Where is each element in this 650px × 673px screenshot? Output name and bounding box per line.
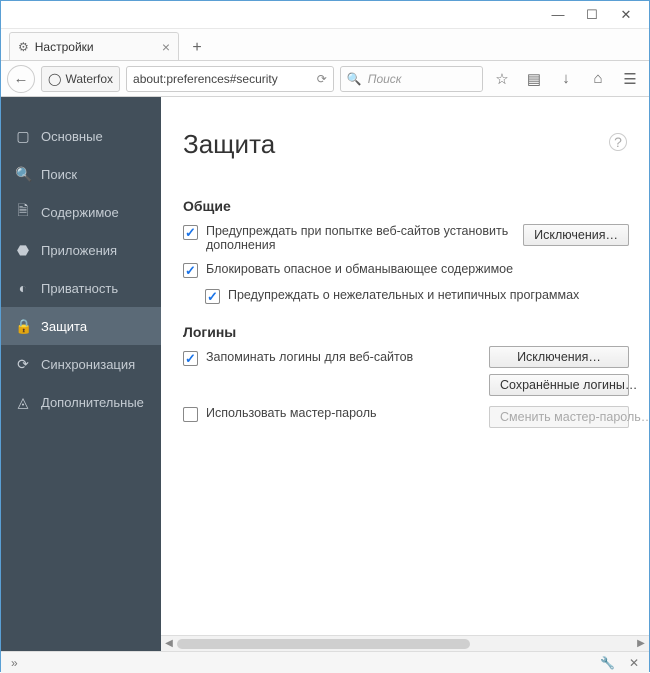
rocket-icon: ⬣	[15, 242, 31, 259]
sidebar-label: Поиск	[41, 167, 77, 182]
sidebar-item-applications[interactable]: ⬣ Приложения	[1, 231, 161, 269]
scrollbar-thumb[interactable]	[177, 639, 470, 649]
master-password-checkbox[interactable]	[183, 407, 198, 422]
window-maximize-button[interactable]: ☐	[575, 4, 609, 26]
block-dangerous-checkbox[interactable]	[183, 263, 198, 278]
hat-icon: ◬	[15, 394, 31, 411]
sidebar-label: Дополнительные	[41, 395, 144, 410]
remember-logins-checkbox[interactable]	[183, 351, 198, 366]
tab-title: Настройки	[35, 40, 156, 54]
general-exceptions-button[interactable]: Исключения…	[523, 224, 629, 246]
general-section-heading: Общие	[183, 198, 649, 214]
sidebar-label: Синхронизация	[41, 357, 135, 372]
preferences-sidebar: ▢ Основные 🔍 Поиск 🗎 Содержимое ⬣ Приложения…	[1, 97, 161, 651]
site-identity[interactable]: ◯ Waterfox	[41, 66, 120, 92]
master-password-label: Использовать мастер-пароль	[206, 406, 377, 420]
browser-name-label: Waterfox	[65, 72, 113, 86]
warn-unwanted-label: Предупреждать о нежелательных и нетипичн…	[228, 288, 579, 302]
tab-close-button[interactable]: ×	[162, 39, 170, 55]
logins-section-heading: Логины	[183, 324, 649, 340]
window-close-button[interactable]: ✕	[609, 4, 643, 26]
document-icon: 🗎	[15, 200, 31, 224]
sidebar-label: Защита	[41, 319, 87, 334]
search-icon: 🔍	[347, 72, 362, 86]
reload-button[interactable]: ⟳	[317, 72, 327, 86]
sidebar-item-sync[interactable]: ⟳ Синхронизация	[1, 345, 161, 383]
sidebar-label: Содержимое	[41, 205, 119, 220]
search-bar[interactable]: 🔍 Поиск	[340, 66, 483, 92]
gear-icon: ⚙	[18, 40, 29, 54]
page-title: Защита	[183, 129, 649, 160]
sidebar-item-privacy[interactable]: ◐ Приватность	[1, 269, 161, 307]
status-bar: » 🔧 ✕	[1, 651, 649, 673]
url-text: about:preferences#security	[133, 72, 311, 86]
logins-exceptions-button[interactable]: Исключения…	[489, 346, 629, 368]
menu-button[interactable]: ☰	[617, 66, 643, 92]
preferences-content: ? Защита Общие Предупреждать при попытке…	[161, 97, 649, 651]
magnifier-icon: 🔍	[15, 166, 31, 183]
navigation-toolbar: ← ◯ Waterfox about:preferences#security …	[1, 61, 649, 97]
url-bar[interactable]: about:preferences#security ⟳	[126, 66, 334, 92]
help-button[interactable]: ?	[609, 133, 627, 151]
remember-logins-label: Запоминать логины для веб-сайтов	[206, 350, 413, 364]
block-dangerous-label: Блокировать опасное и обманывающее содер…	[206, 262, 513, 276]
window-minimize-button[interactable]: —	[541, 4, 575, 26]
scroll-right-icon[interactable]: ▶	[633, 638, 649, 649]
block-dangerous-row: Блокировать опасное и обманывающее содер…	[183, 262, 649, 278]
sidebar-item-content[interactable]: 🗎 Содержимое	[1, 193, 161, 231]
horizontal-scrollbar[interactable]: ◀ ▶	[161, 635, 649, 651]
sidebar-item-security[interactable]: 🔒 Защита	[1, 307, 161, 345]
saved-logins-button[interactable]: Сохранённые логины…	[489, 374, 629, 396]
sidebar-item-general[interactable]: ▢ Основные	[1, 117, 161, 155]
new-tab-button[interactable]: +	[183, 36, 211, 60]
warn-unwanted-checkbox[interactable]	[205, 289, 220, 304]
search-placeholder: Поиск	[368, 72, 402, 86]
tab-bar: ⚙ Настройки × +	[1, 29, 649, 61]
back-button[interactable]: ←	[7, 65, 35, 93]
warn-addons-checkbox[interactable]	[183, 225, 198, 240]
home-button[interactable]: ⌂	[585, 66, 611, 92]
square-icon: ▢	[15, 128, 31, 145]
bookmark-star-button[interactable]: ☆	[489, 66, 515, 92]
status-close-icon[interactable]: ✕	[629, 656, 639, 670]
sidebar-label: Приложения	[41, 243, 117, 258]
warn-addons-row: Предупреждать при попытке веб-сайтов уст…	[183, 224, 649, 252]
mask-icon: ◐	[15, 280, 31, 296]
sidebar-label: Основные	[41, 129, 103, 144]
window-titlebar: — ☐ ✕	[1, 1, 649, 29]
wrench-icon[interactable]: 🔧	[600, 656, 615, 670]
change-master-password-button: Сменить мастер-пароль…	[489, 406, 629, 428]
lock-icon: 🔒	[15, 318, 31, 335]
sidebar-item-advanced[interactable]: ◬ Дополнительные	[1, 383, 161, 421]
status-chevron-icon[interactable]: »	[11, 656, 18, 670]
scroll-left-icon[interactable]: ◀	[161, 638, 177, 649]
waterfox-logo-icon: ◯	[48, 72, 61, 86]
sidebar-item-search[interactable]: 🔍 Поиск	[1, 155, 161, 193]
master-password-row: Использовать мастер-пароль Сменить масте…	[183, 406, 649, 422]
sync-icon: ⟳	[15, 356, 31, 373]
sidebar-label: Приватность	[41, 281, 118, 296]
library-button[interactable]: ▤	[521, 66, 547, 92]
downloads-button[interactable]: ↓	[553, 66, 579, 92]
warn-unwanted-row: Предупреждать о нежелательных и нетипичн…	[205, 288, 649, 304]
browser-tab[interactable]: ⚙ Настройки ×	[9, 32, 179, 60]
